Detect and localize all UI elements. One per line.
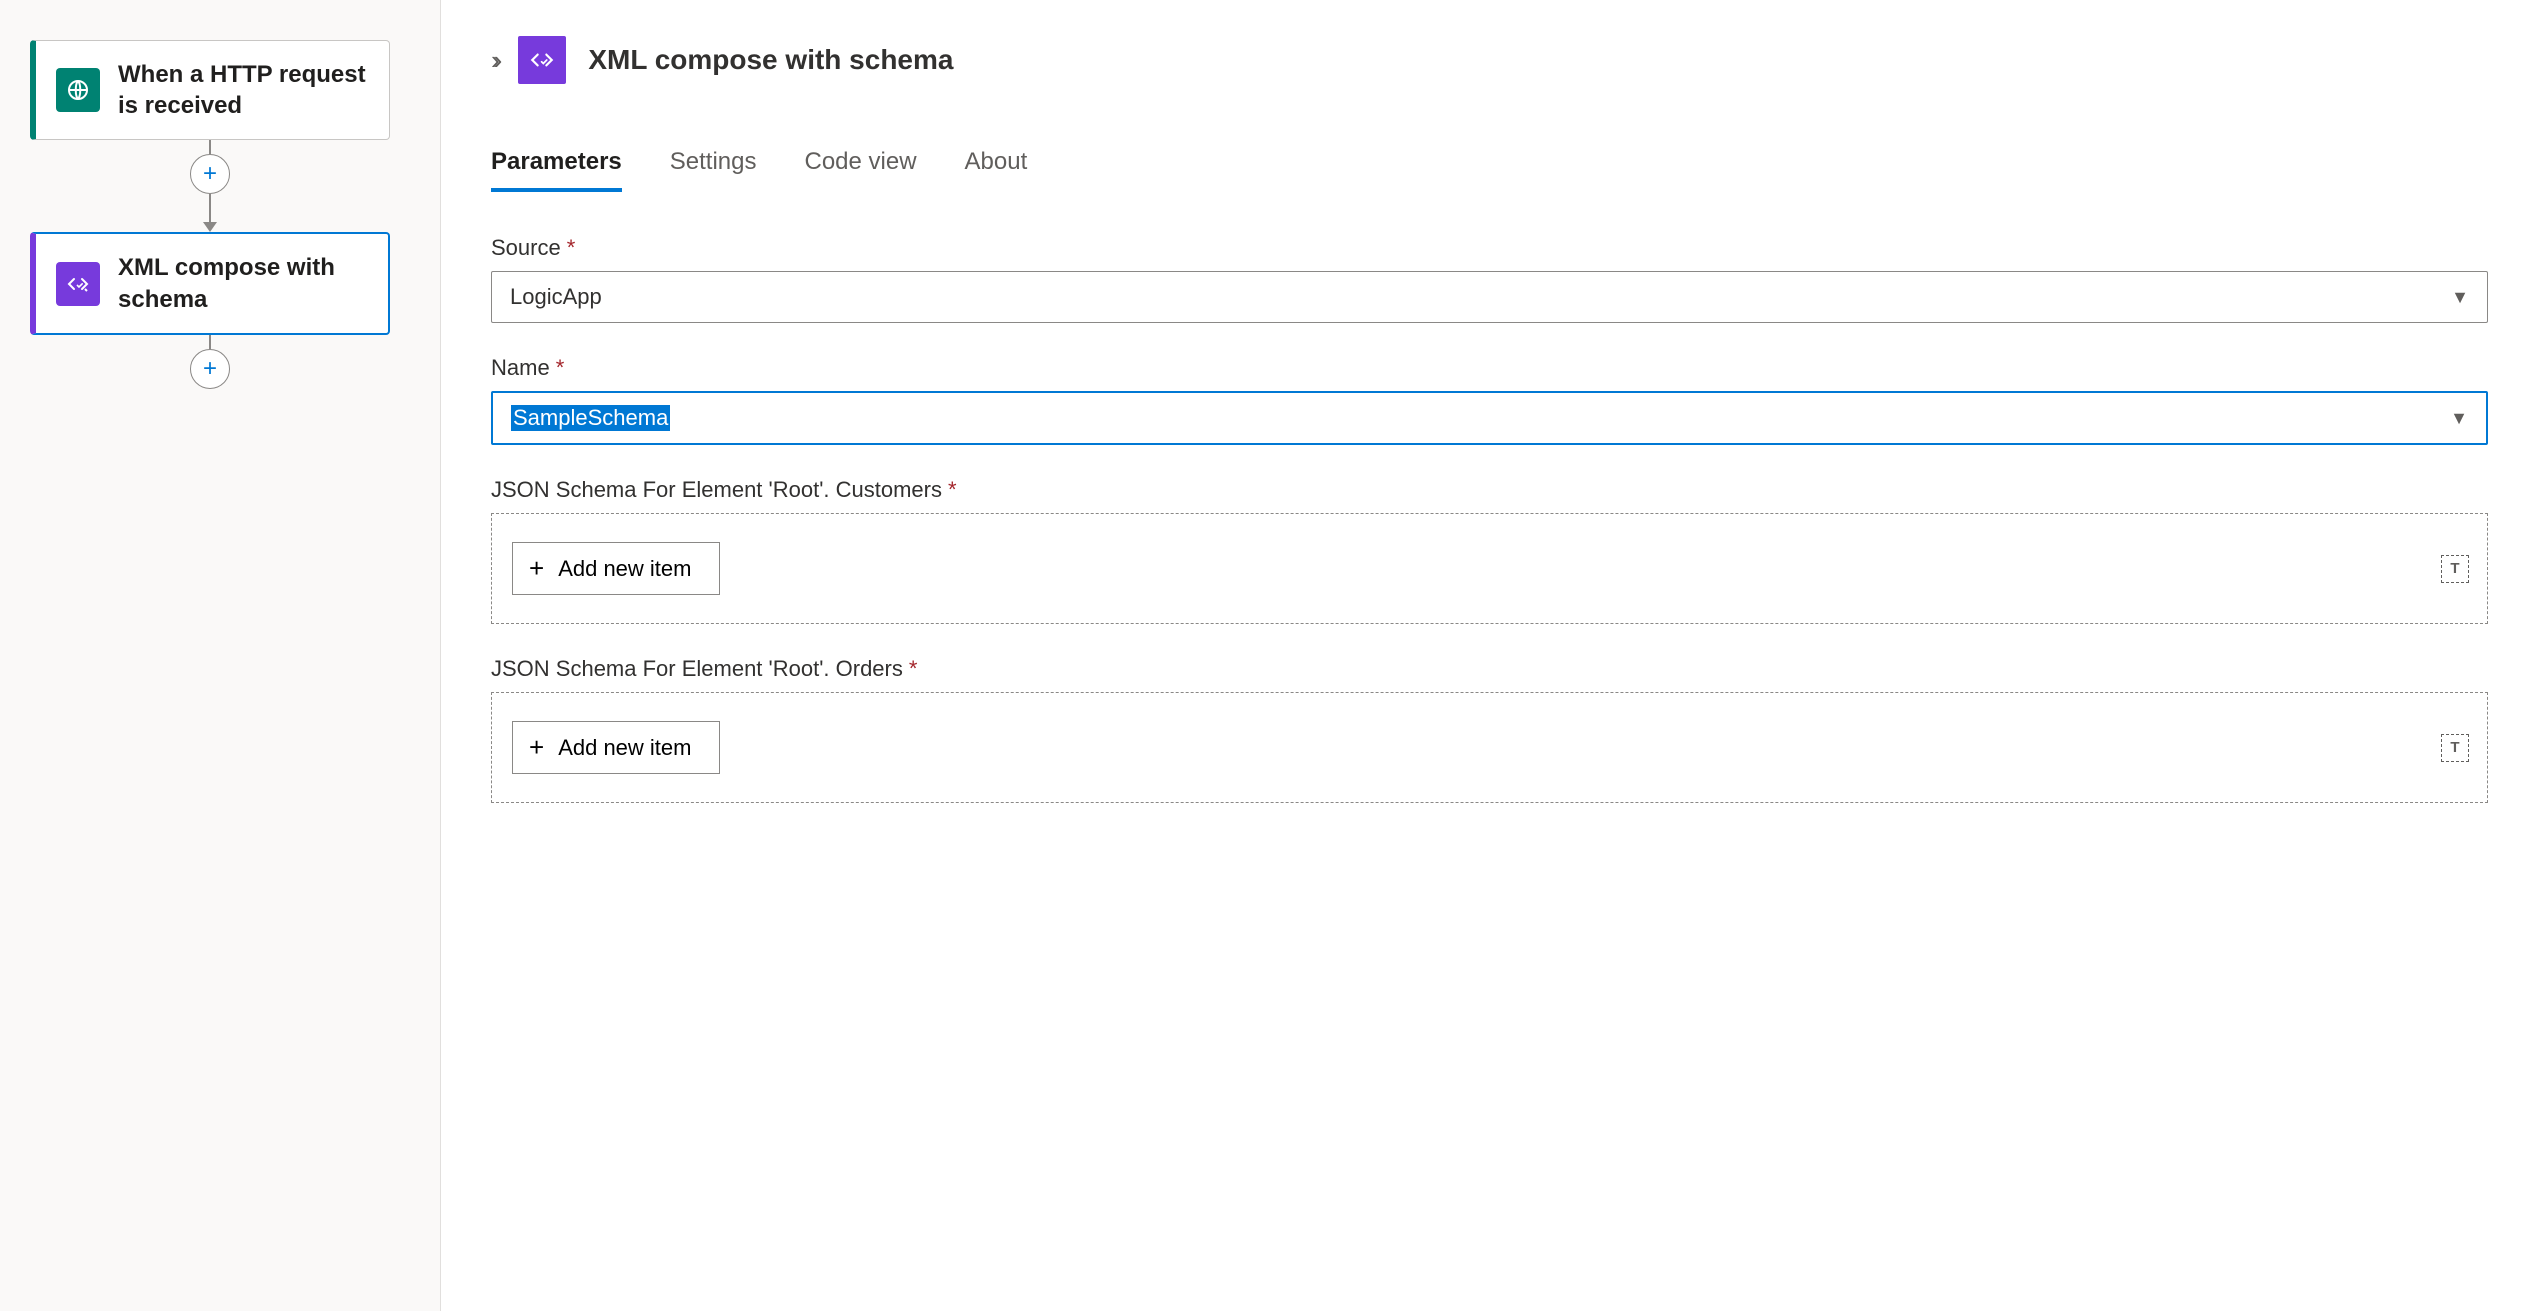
http-request-icon xyxy=(56,68,100,112)
panel-tabs: Parameters Settings Code view About xyxy=(491,144,2488,193)
xml-compose-icon xyxy=(518,36,566,84)
add-step-button[interactable]: + xyxy=(190,154,230,194)
designer-canvas: When a HTTP request is received + XML co… xyxy=(0,0,440,1311)
field-customers: JSON Schema For Element 'Root'. Customer… xyxy=(491,477,2488,624)
add-customers-item-label: Add new item xyxy=(558,556,691,582)
tab-about[interactable]: About xyxy=(965,144,1028,192)
action-node-title: XML compose with schema xyxy=(118,252,368,314)
xml-compose-icon xyxy=(56,262,100,306)
name-dropdown-value: SampleSchema xyxy=(511,405,670,431)
field-orders-label: JSON Schema For Element 'Root'. Orders * xyxy=(491,656,2488,682)
chevron-down-icon: ▼ xyxy=(2450,408,2468,429)
field-name: Name * SampleSchema ▼ xyxy=(491,355,2488,445)
orders-input-area: + Add new item T xyxy=(491,692,2488,803)
field-customers-label-text: JSON Schema For Element 'Root'. Customer… xyxy=(491,477,942,503)
field-orders-label-text: JSON Schema For Element 'Root'. Orders xyxy=(491,656,903,682)
trigger-node-title: When a HTTP request is received xyxy=(118,59,369,121)
field-source-label: Source * xyxy=(491,235,2488,261)
plus-icon: + xyxy=(529,553,544,584)
panel-title: XML compose with schema xyxy=(588,44,953,76)
action-node-xml-compose[interactable]: XML compose with schema xyxy=(30,232,390,334)
source-dropdown[interactable]: LogicApp ▼ xyxy=(491,271,2488,323)
field-orders: JSON Schema For Element 'Root'. Orders *… xyxy=(491,656,2488,803)
add-orders-item-label: Add new item xyxy=(558,735,691,761)
name-dropdown[interactable]: SampleSchema ▼ xyxy=(491,391,2488,445)
tab-code-view[interactable]: Code view xyxy=(804,144,916,192)
customers-input-area: + Add new item T xyxy=(491,513,2488,624)
tab-parameters[interactable]: Parameters xyxy=(491,144,622,192)
chevron-down-icon: ▼ xyxy=(2451,287,2469,308)
required-indicator: * xyxy=(948,477,957,503)
add-customers-item-button[interactable]: + Add new item xyxy=(512,542,720,595)
field-name-label-text: Name xyxy=(491,355,550,381)
panel-header: ›› XML compose with schema xyxy=(491,30,2488,84)
action-details-panel: ›› XML compose with schema Parameters Se… xyxy=(440,0,2538,1311)
source-dropdown-value: LogicApp xyxy=(510,284,602,310)
plus-icon: + xyxy=(529,732,544,763)
tab-settings[interactable]: Settings xyxy=(670,144,757,192)
required-indicator: * xyxy=(556,355,565,381)
required-indicator: * xyxy=(567,235,576,261)
add-orders-item-button[interactable]: + Add new item xyxy=(512,721,720,774)
required-indicator: * xyxy=(909,656,918,682)
add-step-button-end[interactable]: + xyxy=(190,349,230,389)
field-name-label: Name * xyxy=(491,355,2488,381)
dynamic-content-button[interactable]: T xyxy=(2441,734,2469,762)
connector-end: + xyxy=(30,335,390,389)
connector: + xyxy=(30,140,390,232)
field-source: Source * LogicApp ▼ xyxy=(491,235,2488,323)
field-customers-label: JSON Schema For Element 'Root'. Customer… xyxy=(491,477,2488,503)
collapse-panel-button[interactable]: ›› xyxy=(491,45,496,76)
trigger-node-http-request[interactable]: When a HTTP request is received xyxy=(30,40,390,140)
field-source-label-text: Source xyxy=(491,235,561,261)
dynamic-content-button[interactable]: T xyxy=(2441,555,2469,583)
